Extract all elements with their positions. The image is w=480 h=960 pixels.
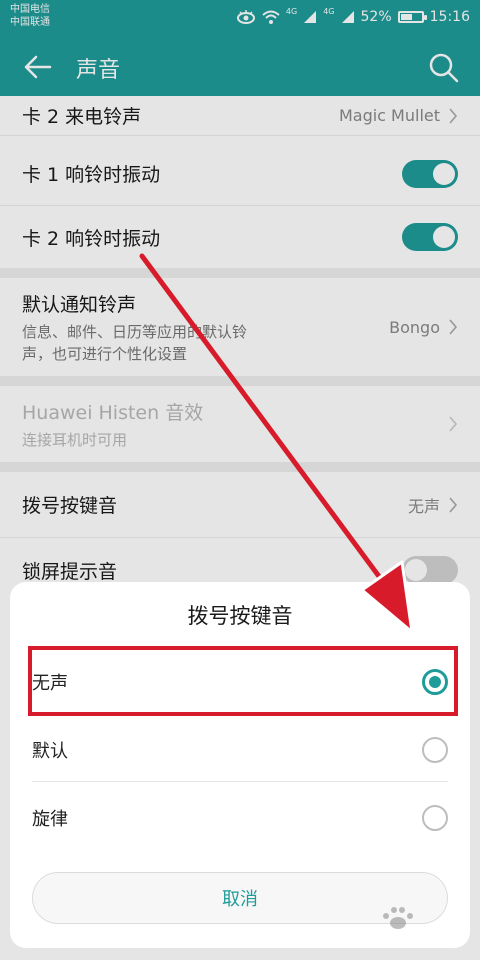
watermark-logo [383, 907, 413, 929]
annotation-arrow [139, 253, 414, 634]
